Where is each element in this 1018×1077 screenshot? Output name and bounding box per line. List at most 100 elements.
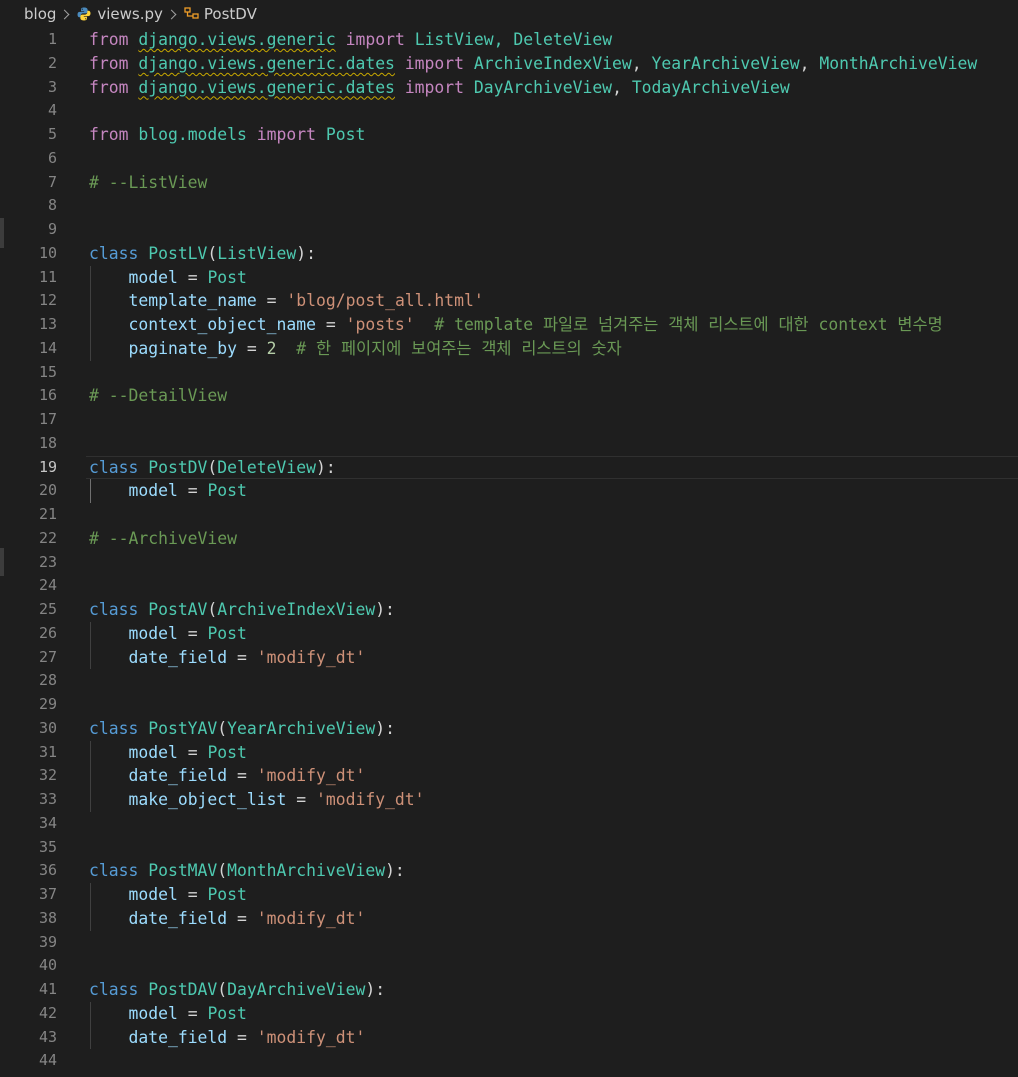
line-number[interactable]: 31 <box>0 741 57 765</box>
code-line[interactable]: 8 <box>0 194 1018 218</box>
code-line[interactable]: 36 class PostMAV(MonthArchiveView): <box>0 859 1018 883</box>
line-number[interactable]: 4 <box>0 99 57 123</box>
line-number[interactable]: 33 <box>0 788 57 812</box>
code-line[interactable]: 41 class PostDAV(DayArchiveView): <box>0 978 1018 1002</box>
code-editor[interactable]: 1 from django.views.generic import ListVi… <box>0 28 1018 1077</box>
line-number[interactable]: 6 <box>0 147 57 171</box>
code-line[interactable]: 44 <box>0 1049 1018 1073</box>
code-line[interactable]: 6 <box>0 147 1018 171</box>
line-number[interactable]: 42 <box>0 1002 57 1026</box>
code-line[interactable]: 34 <box>0 812 1018 836</box>
code-line[interactable]: 28 <box>0 669 1018 693</box>
line-number[interactable]: 32 <box>0 764 57 788</box>
code-line[interactable]: 1 from django.views.generic import ListVi… <box>0 28 1018 52</box>
line-number[interactable]: 35 <box>0 836 57 860</box>
line-number[interactable]: 13 <box>0 313 57 337</box>
line-content: template_name = 'blog/post_all.html' <box>89 289 483 313</box>
line-number[interactable]: 20 <box>0 479 57 503</box>
line-number[interactable]: 39 <box>0 931 57 955</box>
line-number[interactable]: 12 <box>0 289 57 313</box>
line-number[interactable]: 19 <box>0 456 57 480</box>
line-number[interactable]: 11 <box>0 266 57 290</box>
line-number[interactable]: 18 <box>0 432 57 456</box>
code-line[interactable]: 33 make_object_list = 'modify_dt' <box>0 788 1018 812</box>
code-line[interactable]: 31 model = Post <box>0 740 1018 765</box>
code-line[interactable]: 32 date_field = 'modify_dt' <box>0 764 1018 788</box>
line-number[interactable]: 1 <box>0 28 57 52</box>
line-number[interactable]: 24 <box>0 574 57 598</box>
code-line[interactable]: 19 class PostDV(DeleteView): <box>0 455 1018 480</box>
line-number[interactable]: 30 <box>0 717 57 741</box>
code-line[interactable]: 38 date_field = 'modify_dt' <box>0 906 1018 931</box>
line-number[interactable]: 8 <box>0 194 57 218</box>
line-number[interactable]: 29 <box>0 693 57 717</box>
line-number[interactable]: 36 <box>0 859 57 883</box>
code-line[interactable]: 17 <box>0 408 1018 432</box>
breadcrumb-item-blog[interactable]: blog <box>24 5 56 23</box>
code-line[interactable]: 16 # --DetailView <box>0 384 1018 408</box>
line-number[interactable]: 14 <box>0 337 57 361</box>
line-content: from django.views.generic.dates import A… <box>89 52 977 76</box>
code-line[interactable]: 24 <box>0 574 1018 598</box>
code-line[interactable]: 43 date_field = 'modify_dt' <box>0 1025 1018 1050</box>
code-line[interactable]: 22 # --ArchiveView <box>0 527 1018 551</box>
line-number[interactable]: 37 <box>0 883 57 907</box>
line-number[interactable]: 7 <box>0 171 57 195</box>
code-line[interactable]: 5 from blog.models import Post <box>0 123 1018 147</box>
code-line[interactable]: 15 <box>0 361 1018 385</box>
line-number[interactable]: 40 <box>0 954 57 978</box>
line-number[interactable]: 41 <box>0 978 57 1002</box>
code-line[interactable]: 20 model = Post <box>0 479 1018 503</box>
code-token: ): <box>385 861 405 881</box>
breadcrumb-item-postdv[interactable]: PostDV <box>184 5 257 23</box>
line-number[interactable]: 44 <box>0 1049 57 1073</box>
line-number[interactable]: 43 <box>0 1026 57 1050</box>
line-number[interactable]: 22 <box>0 527 57 551</box>
code-line[interactable]: 21 <box>0 503 1018 527</box>
code-token: , <box>612 77 632 97</box>
code-line[interactable]: 29 <box>0 693 1018 717</box>
code-line[interactable]: 40 <box>0 954 1018 978</box>
code-line[interactable]: 4 <box>0 99 1018 123</box>
breadcrumb-item-views-py[interactable]: views.py <box>77 5 163 23</box>
line-number[interactable]: 26 <box>0 622 57 646</box>
code-line[interactable]: 27 date_field = 'modify_dt' <box>0 645 1018 670</box>
line-content: model = Post <box>89 1002 246 1026</box>
code-token: ListView, DeleteView <box>404 30 613 49</box>
code-token: model <box>128 742 178 762</box>
code-line[interactable]: 30 class PostYAV(YearArchiveView): <box>0 717 1018 741</box>
code-line[interactable]: 3 from django.views.generic.dates import … <box>0 76 1018 100</box>
code-line[interactable]: 12 template_name = 'blog/post_all.html' <box>0 289 1018 313</box>
line-number[interactable]: 10 <box>0 242 57 266</box>
code-line[interactable]: 11 model = Post <box>0 265 1018 290</box>
code-line[interactable]: 35 <box>0 836 1018 860</box>
line-number[interactable]: 23 <box>0 551 57 575</box>
line-number[interactable]: 3 <box>0 76 57 100</box>
code-line[interactable]: 9 <box>0 218 1018 242</box>
code-line[interactable]: 18 <box>0 432 1018 456</box>
line-number[interactable]: 2 <box>0 52 57 76</box>
code-line[interactable]: 42 model = Post <box>0 1001 1018 1026</box>
code-line[interactable]: 23 <box>0 551 1018 575</box>
code-line[interactable]: 13 context_object_name = 'posts' # templ… <box>0 313 1018 337</box>
line-number[interactable]: 38 <box>0 907 57 931</box>
code-line[interactable]: 26 model = Post <box>0 621 1018 646</box>
line-number[interactable]: 34 <box>0 812 57 836</box>
line-number[interactable]: 9 <box>0 218 57 242</box>
code-line[interactable]: 7 # --ListView <box>0 171 1018 195</box>
line-number[interactable]: 15 <box>0 361 57 385</box>
code-line[interactable]: 2 from django.views.generic.dates import … <box>0 52 1018 76</box>
line-number[interactable]: 16 <box>0 384 57 408</box>
code-line[interactable]: 39 <box>0 931 1018 955</box>
line-number[interactable]: 17 <box>0 408 57 432</box>
line-number[interactable]: 28 <box>0 669 57 693</box>
code-line[interactable]: 14 paginate_by = 2 # 한 페이지에 보여주는 객체 리스트의… <box>0 336 1018 361</box>
line-number[interactable]: 27 <box>0 646 57 670</box>
code-line[interactable]: 25 class PostAV(ArchiveIndexView): <box>0 598 1018 622</box>
line-number[interactable]: 21 <box>0 503 57 527</box>
line-number[interactable]: 5 <box>0 123 57 147</box>
code-line[interactable]: 10 class PostLV(ListView): <box>0 242 1018 266</box>
code-line[interactable]: 37 model = Post <box>0 883 1018 907</box>
line-number[interactable]: 25 <box>0 598 57 622</box>
